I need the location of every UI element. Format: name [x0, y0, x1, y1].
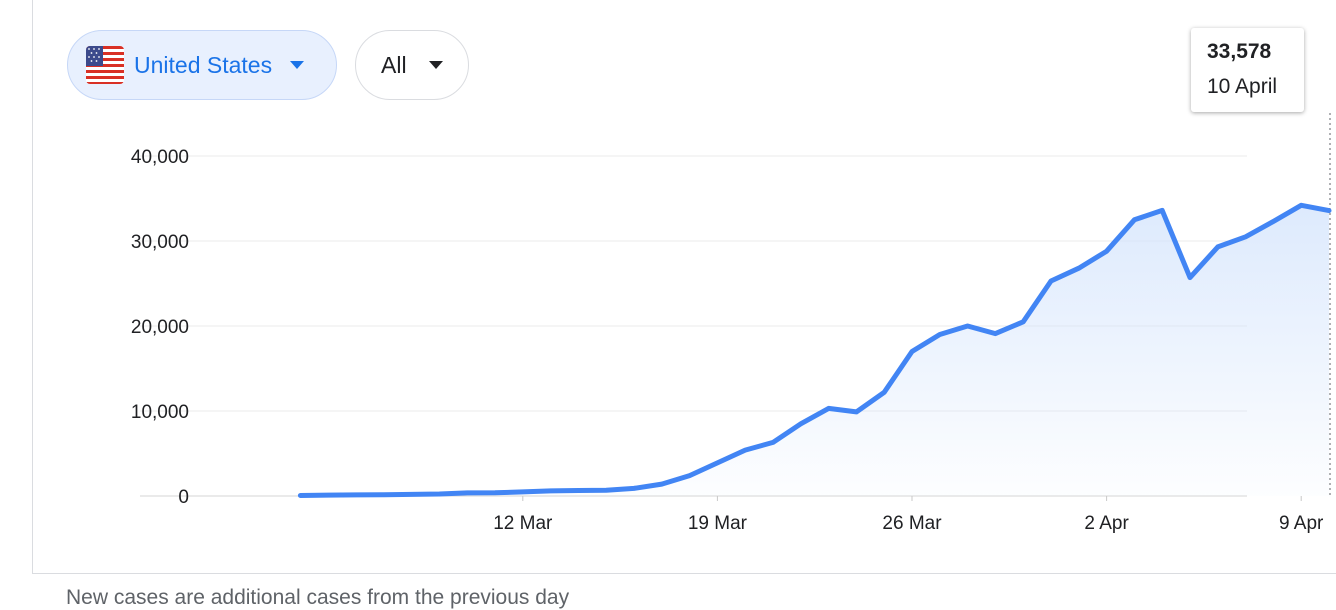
tooltip-value: 33,578 [1207, 40, 1272, 63]
tooltip-date: 10 April [1207, 75, 1278, 98]
cases-chart[interactable]: 0 10,000 20,000 30,000 40,000 12 Mar 19 Mar 26 … [0, 0, 1336, 606]
y-tick-label: 0 [178, 487, 189, 508]
x-tick-label: 12 Mar [493, 513, 553, 534]
x-tick-label: 26 Mar [882, 513, 942, 534]
x-tick-label: 9 Apr [1279, 513, 1324, 534]
y-tick-label: 10,000 [131, 402, 189, 423]
area-fill [300, 205, 1329, 497]
y-tick-label: 40,000 [131, 147, 189, 168]
hover-tooltip: 33,578 10 April [1191, 28, 1304, 112]
y-tick-label: 30,000 [131, 232, 189, 253]
x-tick-label: 19 Mar [688, 513, 748, 534]
x-tick-label: 2 Apr [1084, 513, 1129, 534]
footer-note: New cases are additional cases from the … [66, 586, 570, 609]
y-tick-label: 20,000 [131, 317, 189, 338]
